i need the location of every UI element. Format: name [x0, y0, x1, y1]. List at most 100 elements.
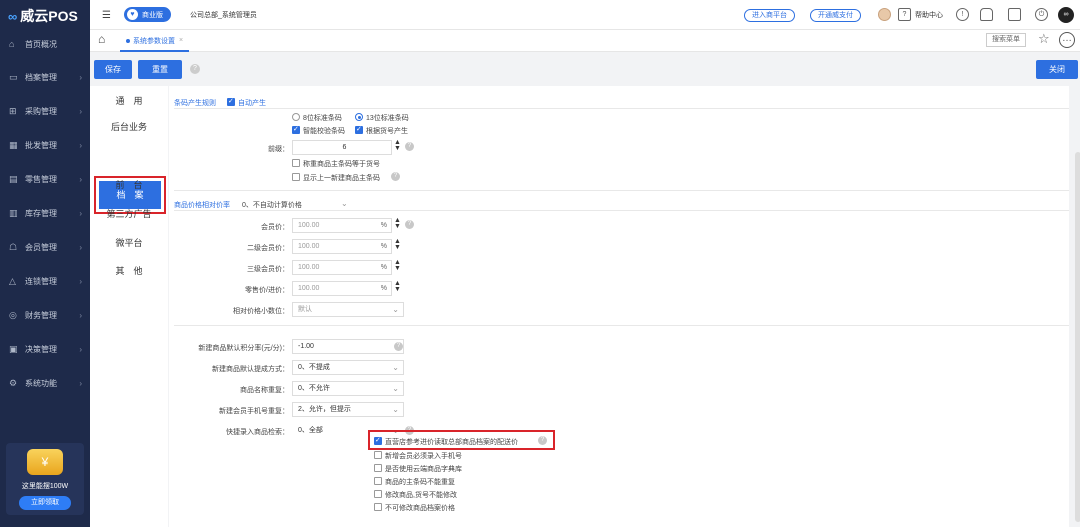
sidebar-item-archive[interactable]: ▭ 档案管理 › [0, 67, 90, 87]
close-tab-icon[interactable]: × [179, 37, 183, 44]
smart-check-checkbox[interactable] [292, 125, 300, 134]
sidebar-item-chain[interactable]: △ 连锁管理 › [0, 271, 90, 291]
retail-cost-input[interactable]: 100.00% [292, 281, 392, 296]
tab-label: 系统参数设置 [133, 37, 175, 45]
name-duplicate-select[interactable]: 0、不允许 ⌄ [292, 381, 404, 396]
member3-price-input[interactable]: 100.00% [292, 260, 392, 275]
question-icon[interactable]: ? [405, 220, 414, 229]
decimal-places-label: 相对价格小数位： [233, 308, 289, 315]
member2-price-label: 二级会员价： [247, 245, 289, 252]
sidebar-item-member[interactable]: ☖ 会员管理 › [0, 237, 90, 257]
breadcrumb: 公司总部_系统管理员 [190, 12, 257, 19]
chevron-down-icon: ⌄ [392, 384, 399, 393]
promo-claim-button[interactable]: 立即领取 [19, 496, 71, 510]
barcode-8-radio[interactable] [292, 113, 300, 121]
chevron-down-icon[interactable]: ⌄ [341, 199, 348, 208]
help-icon[interactable]: ? [898, 8, 911, 21]
member-phone-required-checkbox[interactable] [374, 451, 382, 459]
commission-value: 0、不提成 [298, 364, 330, 371]
member-price-stepper[interactable]: ▲ ▼ [394, 217, 401, 230]
more-icon[interactable]: … [1059, 32, 1075, 48]
lock-price-label: 不可修改商品档案价格 [385, 505, 455, 512]
unique-barcode-checkbox[interactable] [374, 477, 382, 485]
menu-collapse-icon[interactable]: ☰ [102, 0, 111, 30]
chain-icon: △ [9, 275, 16, 286]
percent-unit: % [380, 243, 387, 250]
member-price-value: 100.00 [298, 222, 320, 229]
divider [174, 325, 1069, 326]
sidebar-item-label: 批发管理 [25, 140, 57, 150]
commission-select[interactable]: 0、不提成 ⌄ [292, 360, 404, 375]
member-price-input[interactable]: 100.00% [292, 218, 392, 233]
sidebar-item-system[interactable]: ⚙ 系统功能 › [0, 373, 90, 393]
sidebar-item-purchase[interactable]: ⊞ 采购管理 › [0, 101, 90, 121]
prefix-stepper[interactable]: ▲ ▼ [394, 139, 401, 152]
prefix-input[interactable]: 6 [292, 140, 392, 155]
lock-price-checkbox[interactable] [374, 503, 382, 511]
chevron-right-icon: › [79, 106, 82, 116]
settings-panel: 条码产生规则 自动产生 8位标准条码 13位标准条码 智能校验条码 根据货号产生… [169, 86, 1069, 527]
sidebar-item-retail[interactable]: ▤ 零售管理 › [0, 169, 90, 189]
sidebar-item-inventory[interactable]: ▥ 库存管理 › [0, 203, 90, 223]
show-last-barcode-checkbox[interactable] [292, 173, 300, 181]
open-pay-button[interactable]: 开通威支付 [810, 9, 861, 22]
sidebar-item-label: 档案管理 [25, 72, 57, 82]
reset-button[interactable]: 重置 [138, 60, 182, 79]
lock-item-no-checkbox[interactable] [374, 490, 382, 498]
price-section-title: 商品价格相对价率 [174, 202, 230, 209]
search-menu-input[interactable]: 搜索菜单 [986, 33, 1026, 47]
question-icon[interactable]: ? [391, 172, 400, 181]
retail-icon: ▤ [9, 173, 18, 184]
question-icon[interactable]: ? [405, 142, 414, 151]
star-icon[interactable]: ☆ [1038, 31, 1050, 47]
scale-barcode-checkbox[interactable] [292, 159, 300, 167]
system-icon: ⚙ [9, 377, 18, 388]
question-icon[interactable]: ? [394, 342, 403, 351]
sidebar-item-home[interactable]: ⌂ 首页概况 [0, 34, 90, 54]
price-mode-select[interactable]: 0、不自动计算价格 [242, 200, 302, 210]
sidebar-item-label: 采购管理 [25, 106, 57, 116]
scrollbar[interactable] [1075, 152, 1080, 522]
retail-cost-stepper[interactable]: ▲ ▼ [394, 280, 401, 293]
sidebar-item-finance[interactable]: ◎ 财务管理 › [0, 305, 90, 325]
chevron-down-icon: ⌄ [392, 305, 399, 314]
close-button[interactable]: 关闭 [1036, 60, 1078, 79]
barcode-section-title: 条码产生规则 [174, 100, 216, 107]
member3-price-value: 100.00 [298, 264, 320, 271]
barcode-8-label: 8位标准条码 [303, 115, 342, 122]
power-icon[interactable]: ⏻ [1035, 8, 1048, 21]
home-tab-icon[interactable]: ⌂ [98, 32, 105, 46]
percent-unit: % [380, 264, 387, 271]
nav-frontend[interactable]: 前 台 [90, 170, 168, 200]
points-rate-input[interactable]: -1.00 [292, 339, 404, 354]
user-avatar-icon[interactable]: ∞ [1058, 7, 1074, 23]
bell-icon[interactable] [980, 8, 993, 21]
decimal-places-select[interactable]: 默认 ⌄ [292, 302, 404, 317]
lock-icon[interactable] [1008, 8, 1021, 21]
member2-price-stepper[interactable]: ▲ ▼ [394, 238, 401, 251]
question-icon[interactable]: ? [538, 436, 547, 445]
phone-duplicate-select[interactable]: 2、允许，但提示 ⌄ [292, 402, 404, 417]
sidebar-item-wholesale[interactable]: ▦ 批发管理 › [0, 135, 90, 155]
info-icon[interactable]: ! [956, 8, 969, 21]
member3-price-stepper[interactable]: ▲ ▼ [394, 259, 401, 272]
avatar[interactable] [878, 8, 891, 21]
cloud-dictionary-checkbox[interactable] [374, 464, 382, 472]
save-button[interactable]: 保存 [94, 60, 132, 79]
nav-micro-platform[interactable]: 微平台 [90, 228, 168, 258]
question-icon[interactable]: ? [190, 64, 200, 74]
nav-backend[interactable]: 后台业务 [90, 112, 168, 142]
nav-other[interactable]: 其 他 [90, 256, 168, 286]
barcode-13-radio[interactable] [355, 113, 363, 121]
help-center-link[interactable]: 帮助中心 [915, 0, 943, 30]
member2-price-input[interactable]: 100.00% [292, 239, 392, 254]
direct-store-price-checkbox[interactable] [374, 436, 382, 445]
sidebar-item-decision[interactable]: ▣ 决策管理 › [0, 339, 90, 359]
nav-third-party-ads[interactable]: 第三方广告 [90, 199, 168, 229]
commission-label: 新建商品默认提成方式： [212, 366, 289, 373]
enter-store-button[interactable]: 进入商平台 [744, 9, 795, 22]
auto-generate-checkbox[interactable] [227, 97, 235, 106]
tab-system-params[interactable]: 系统参数设置 × [120, 31, 190, 52]
by-item-no-checkbox[interactable] [355, 125, 363, 134]
edition-badge[interactable]: ♥ 商业版 [124, 7, 171, 22]
